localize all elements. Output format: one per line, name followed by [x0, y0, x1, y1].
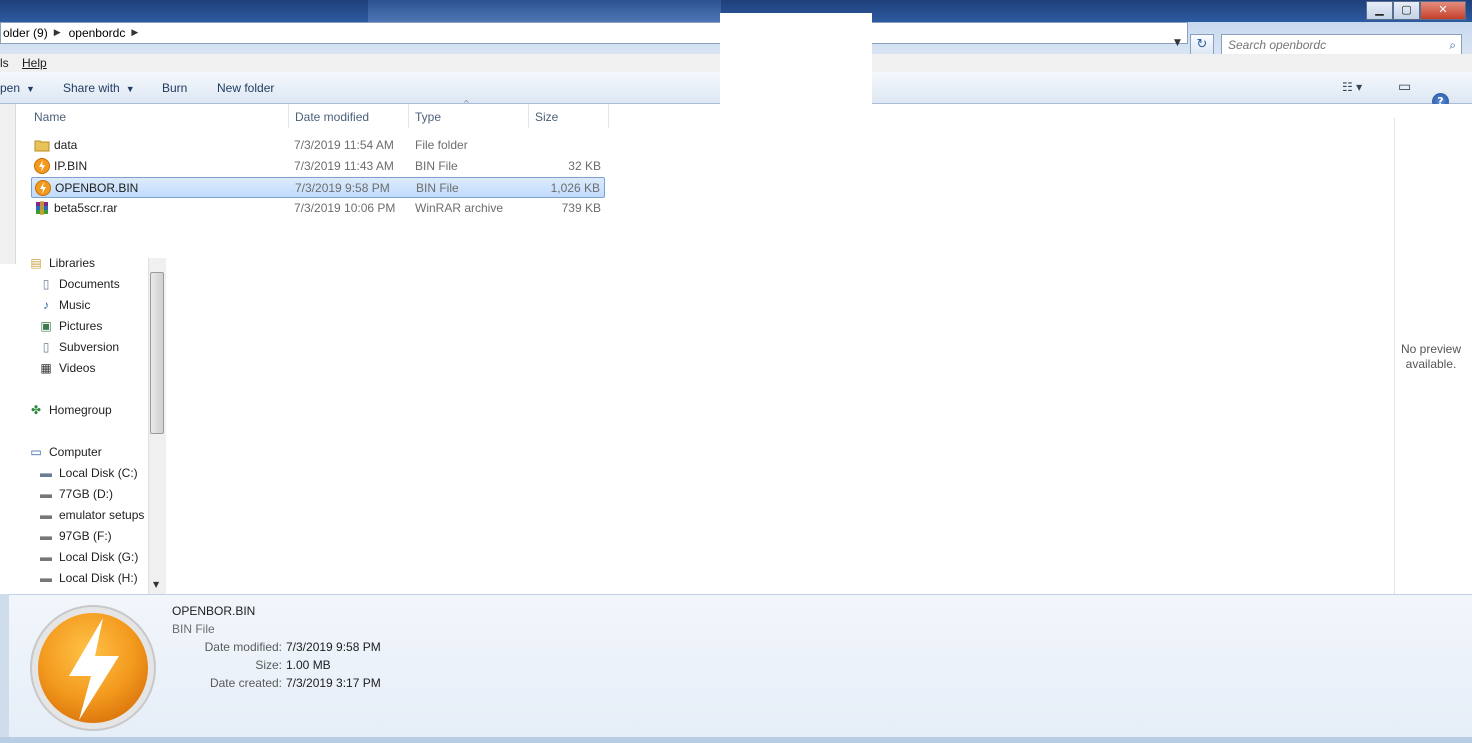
- burn-button[interactable]: Burn: [162, 81, 187, 95]
- column-header-date[interactable]: Date modified: [289, 104, 409, 128]
- details-pane: OPENBOR.BIN BIN File Date modified: 7/3/…: [9, 594, 1472, 737]
- computer-icon: ▭: [30, 445, 42, 459]
- file-size: 32 KB: [568, 159, 601, 173]
- nav-drive-f[interactable]: ▬ 97GB (F:): [38, 529, 112, 543]
- folder-icon: [34, 140, 50, 152]
- nav-videos[interactable]: ▦ Videos: [38, 361, 95, 375]
- details-date-modified: 7/3/2019 9:58 PM: [286, 640, 381, 654]
- file-type: WinRAR archive: [415, 201, 504, 215]
- details-file-type: BIN File: [172, 622, 215, 636]
- details-file-name: OPENBOR.BIN: [172, 604, 256, 618]
- nav-homegroup[interactable]: ✤ Homegroup: [28, 403, 112, 417]
- bin-file-icon: [34, 158, 50, 174]
- drive-icon: ▬: [40, 508, 52, 522]
- nav-drive-c[interactable]: ▬ Local Disk (C:): [38, 466, 138, 480]
- breadcrumb-current[interactable]: openbordc: [69, 26, 132, 40]
- scrollbar-thumb[interactable]: [150, 272, 164, 434]
- new-folder-button[interactable]: New folder: [217, 81, 274, 95]
- minimize-button[interactable]: ▁: [1366, 1, 1393, 20]
- nav-drive-g[interactable]: ▬ Local Disk (G:): [38, 550, 138, 564]
- scroll-down-icon[interactable]: ▼: [153, 580, 159, 589]
- overlapping-window-fragment: [720, 13, 872, 273]
- window-left-edge: [0, 104, 16, 264]
- view-options-icon[interactable]: ☷ ▾: [1342, 80, 1362, 94]
- file-name: OPENBOR.BIN: [55, 181, 139, 195]
- nav-pictures[interactable]: ▣ Pictures: [38, 319, 102, 333]
- details-date-created: 7/3/2019 3:17 PM: [286, 676, 381, 690]
- drive-icon: ▬: [40, 487, 52, 501]
- search-icon[interactable]: ⌕: [1449, 38, 1456, 53]
- file-date: 7/3/2019 10:06 PM: [294, 201, 396, 215]
- open-button[interactable]: pen ▼: [0, 81, 35, 95]
- nav-libraries[interactable]: ▤ Libraries: [28, 256, 95, 270]
- share-with-button[interactable]: Share with ▼: [63, 81, 135, 95]
- file-type: File folder: [415, 138, 468, 152]
- file-size: 739 KB: [561, 201, 601, 215]
- file-row[interactable]: data 7/3/2019 11:54 AM File folder: [31, 135, 605, 156]
- file-name: data: [54, 138, 78, 152]
- drive-icon: ▬: [40, 571, 52, 585]
- drive-icon: ▬: [40, 529, 52, 543]
- winrar-icon: [36, 201, 48, 215]
- pictures-icon: ▣: [40, 319, 52, 333]
- file-row[interactable]: beta5scr.rar 7/3/2019 10:06 PM WinRAR ar…: [31, 198, 605, 219]
- column-header-size[interactable]: Size: [529, 104, 609, 128]
- file-type: BIN File: [415, 159, 458, 173]
- preview-pane-icon[interactable]: ▭: [1398, 78, 1411, 95]
- nav-drive-d[interactable]: ▬ 77GB (D:): [38, 487, 113, 501]
- bin-file-icon: [35, 180, 51, 196]
- column-header-name[interactable]: Name: [28, 104, 289, 128]
- details-size: 1.00 MB: [286, 658, 331, 672]
- preview-pane: No preview available.: [1394, 118, 1466, 594]
- documents-icon: ▯: [42, 277, 50, 291]
- search-input[interactable]: [1222, 35, 1432, 55]
- chevron-down-icon: ▼: [26, 84, 35, 94]
- subversion-icon: ▯: [42, 340, 50, 354]
- file-date: 7/3/2019 11:43 AM: [294, 159, 394, 173]
- search-box[interactable]: ⌕: [1221, 34, 1462, 56]
- file-row[interactable]: IP.BIN 7/3/2019 11:43 AM BIN File 32 KB: [31, 156, 605, 177]
- breadcrumb-parent[interactable]: older (9): [3, 26, 54, 40]
- chevron-down-icon: ▼: [125, 84, 135, 94]
- address-dropdown-icon[interactable]: ▼: [1174, 38, 1181, 48]
- window-controls: ▁ ▢ ✕: [1366, 1, 1466, 20]
- file-date: 7/3/2019 9:58 PM: [295, 181, 390, 195]
- libraries-icon: ▤: [30, 256, 42, 270]
- file-row-selected[interactable]: OPENBOR.BIN 7/3/2019 9:58 PM BIN File 1,…: [31, 177, 605, 198]
- menu-help[interactable]: Help: [22, 56, 47, 70]
- videos-icon: ▦: [40, 361, 52, 375]
- nav-documents[interactable]: ▯ Documents: [38, 277, 120, 291]
- breadcrumb-arrow-icon[interactable]: ▶: [54, 28, 69, 38]
- nav-drive-e[interactable]: ▬ emulator setups: [38, 508, 144, 522]
- window-bottom-edge: [0, 737, 1472, 743]
- nav-scrollbar[interactable]: ≡ ▼: [148, 258, 166, 594]
- nav-drive-h[interactable]: ▬ Local Disk (H:): [38, 571, 138, 585]
- file-date: 7/3/2019 11:54 AM: [294, 138, 394, 152]
- sort-caret-icon: ^: [463, 99, 470, 108]
- file-type: BIN File: [416, 181, 459, 195]
- file-name: beta5scr.rar: [54, 201, 118, 215]
- refresh-button[interactable]: ↻: [1190, 34, 1214, 56]
- nav-subversion[interactable]: ▯ Subversion: [38, 340, 119, 354]
- file-name: IP.BIN: [54, 159, 88, 173]
- refresh-icon: ↻: [1196, 37, 1208, 52]
- nav-music[interactable]: ♪ Music: [38, 298, 90, 312]
- windows-drive-icon: ▬: [40, 466, 52, 480]
- background-window-strip: [368, 0, 721, 22]
- menu-tools[interactable]: ls: [0, 56, 9, 70]
- file-size: 1,026 KB: [550, 181, 600, 195]
- homegroup-icon: ✤: [30, 403, 42, 417]
- details-size-label: Size:: [255, 658, 282, 672]
- details-date-created-label: Date created:: [209, 676, 282, 690]
- maximize-button[interactable]: ▢: [1393, 1, 1420, 20]
- nav-computer[interactable]: ▭ Computer: [28, 445, 101, 459]
- close-button[interactable]: ✕: [1420, 1, 1466, 20]
- details-date-modified-label: Date modified:: [204, 640, 282, 654]
- address-bar[interactable]: older (9) ▶ openbordc ▶: [0, 22, 1188, 44]
- breadcrumb-arrow-icon[interactable]: ▶: [131, 28, 146, 38]
- preview-message: No preview available.: [1400, 342, 1462, 371]
- drive-icon: ▬: [40, 550, 52, 564]
- music-icon: ♪: [43, 298, 49, 312]
